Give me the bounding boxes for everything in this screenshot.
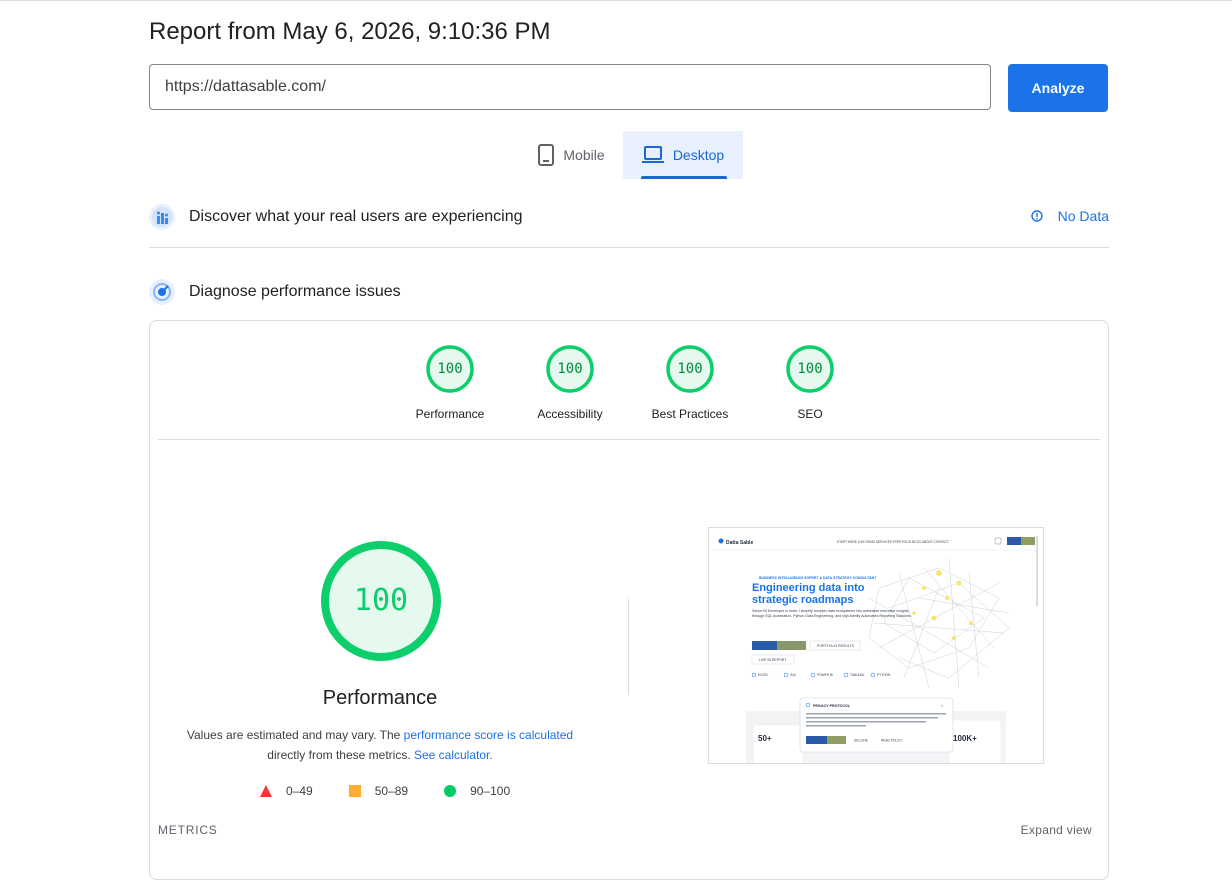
crux-title: Discover what your real users are experi… <box>189 208 523 225</box>
legend-fail-range: 0–49 <box>286 784 313 798</box>
screenshot-tool-excel: EXCEL <box>758 673 769 677</box>
screenshot-cta-live: LIVE BI REPORT <box>759 658 787 662</box>
screenshot-tool-sql: SQL <box>790 673 797 677</box>
performance-gauge-large: 100 <box>320 540 442 662</box>
report-title: Report from May 6, 2026, 9:10:36 PM <box>149 18 551 45</box>
screenshot-stat-right: 100K+ <box>953 734 977 743</box>
orange-square-icon <box>348 785 361 797</box>
laptop-icon <box>641 146 664 163</box>
screenshot-headline-2: strategic roadmaps <box>752 594 853 606</box>
no-data-label: No Data <box>1057 208 1109 224</box>
metrics-heading: METRICS <box>158 823 218 837</box>
gauge-score: 100 <box>797 361 823 377</box>
vertical-divider <box>628 599 629 695</box>
screenshot-privacy-decline: DECLINE <box>854 739 868 743</box>
final-screenshot[interactable]: Datta Sable START HERE LIVE DEMO SERVICE… <box>708 527 1044 764</box>
tab-desktop-label: Desktop <box>672 147 725 163</box>
screenshot-privacy-title: PRIVACY PROTOCOL <box>813 704 851 708</box>
diagnose-section-header: Diagnose performance issues <box>149 279 1109 305</box>
gauge-score: 100 <box>437 361 463 377</box>
green-circle-icon <box>444 785 457 797</box>
score-gauge-seo[interactable]: 100 SEO <box>750 345 870 421</box>
info-icon <box>1030 210 1043 222</box>
gauge-ring: 100 <box>426 345 474 393</box>
screenshot-stat-left: 50+ <box>758 734 772 743</box>
gauge-label: Performance <box>415 407 485 421</box>
gauge-ring: 100 <box>546 345 594 393</box>
legend-fail: 0–49 <box>260 784 313 798</box>
legend-average-range: 50–89 <box>374 784 409 798</box>
red-triangle-icon <box>260 785 272 797</box>
screenshot-subtitle: Senior BI Developer in India. I simplify… <box>752 609 912 619</box>
section-divider <box>149 247 1109 248</box>
lighthouse-report-card: 100 Performance 100 Accessibility 100 Best Pr… <box>149 320 1109 880</box>
score-gauge-best-practices[interactable]: 100 Best Practices <box>630 345 750 421</box>
smartphone-icon <box>538 144 555 166</box>
legend-average: 50–89 <box>348 784 409 798</box>
screenshot-cta-portfolio: PORTFOLIO RESULTS <box>817 644 855 648</box>
disclaimer-middle: directly from these metrics. <box>267 748 414 762</box>
score-gauge-performance[interactable]: 100 Performance <box>390 345 510 421</box>
score-gauge-accessibility[interactable]: 100 Accessibility <box>510 345 630 421</box>
screenshot-privacy-more: READ POLICY <box>881 739 903 743</box>
tab-mobile[interactable]: Mobile <box>520 131 623 179</box>
gauge-label: Accessibility <box>537 407 603 421</box>
score-legend: 0–49 50–89 90–100 <box>260 784 546 798</box>
screenshot-tool-tableau: TABLEAU <box>850 673 865 677</box>
no-data-indicator[interactable]: No Data <box>1030 208 1109 224</box>
crux-section-header[interactable]: Discover what your real users are experi… <box>149 204 1109 230</box>
performance-title: Performance <box>322 687 438 709</box>
analyze-button[interactable]: Analyze <box>1008 64 1108 112</box>
screenshot-headline-1: Engineering data into <box>752 582 865 594</box>
screenshot-tool-python: PYTHON <box>877 673 891 677</box>
tab-desktop[interactable]: Desktop <box>623 131 743 179</box>
gauge-label: SEO <box>797 407 823 421</box>
disclaimer-prefix: Values are estimated and may vary. The <box>186 728 404 742</box>
score-calculated-link[interactable]: performance score is calculated <box>404 728 573 742</box>
users-chart-icon <box>149 204 175 230</box>
diagnose-target-icon <box>149 279 175 305</box>
diagnose-title: Diagnose performance issues <box>189 283 401 300</box>
top-border <box>0 0 1232 1</box>
legend-pass-range: 90–100 <box>470 784 511 798</box>
screenshot-tool-powerbi: POWER BI <box>817 673 833 677</box>
score-disclaimer: Values are estimated and may vary. The p… <box>180 725 580 765</box>
screenshot-nav: START HERE LIVE DEMO SERVICES PORTFOLIO … <box>837 540 949 544</box>
gauge-label: Best Practices <box>651 407 729 421</box>
tab-mobile-label: Mobile <box>563 147 605 163</box>
gauge-score: 100 <box>677 361 703 377</box>
gauge-score: 100 <box>557 361 583 377</box>
tab-selected-indicator <box>641 176 727 179</box>
screenshot-kicker: BUSINESS INTELLIGENCE EXPERT & DATA STRA… <box>759 576 877 580</box>
gauge-ring: 100 <box>786 345 834 393</box>
see-calculator-link[interactable]: See calculator. <box>414 748 493 762</box>
url-input[interactable] <box>149 64 991 110</box>
gauge-ring: 100 <box>666 345 714 393</box>
legend-pass: 90–100 <box>444 784 510 798</box>
expand-view-toggle[interactable]: Expand view <box>1021 823 1092 837</box>
page-screenshot-thumbnail: Datta Sable START HERE LIVE DEMO SERVICE… <box>709 528 1043 763</box>
performance-score-large: 100 <box>353 583 409 618</box>
screenshot-logo: Datta Sable <box>726 540 753 546</box>
card-divider <box>158 439 1100 440</box>
